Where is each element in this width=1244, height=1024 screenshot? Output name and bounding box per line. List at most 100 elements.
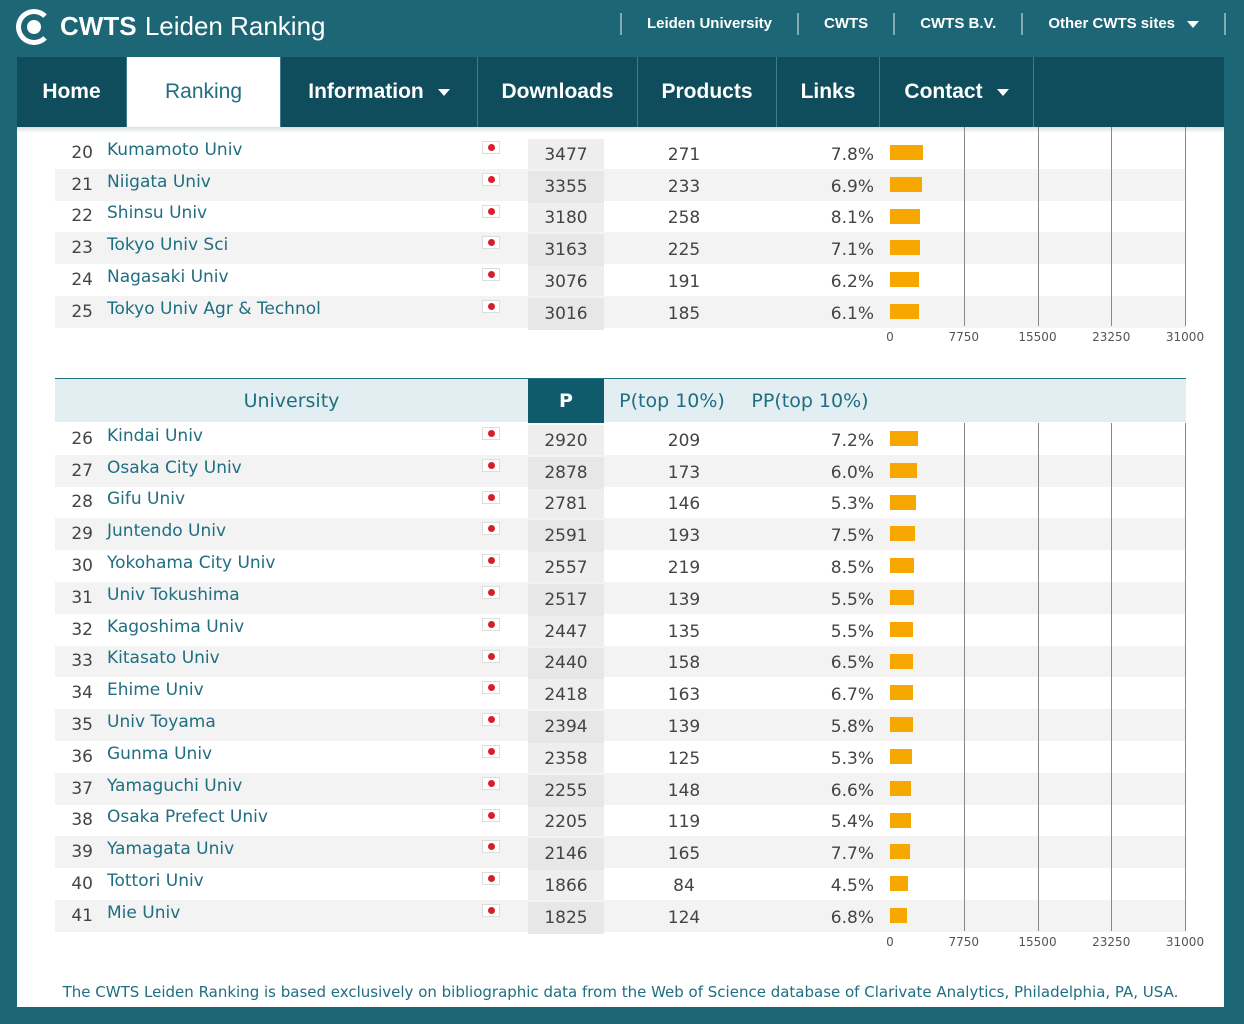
toplink-other-sites-label: Other CWTS sites (1048, 15, 1175, 32)
axis-tick-label: 15500 (1018, 935, 1057, 949)
divider (1224, 13, 1226, 35)
university-link[interactable]: Gunma Univ (107, 738, 212, 770)
rank-cell: 23 (71, 238, 93, 259)
rank-cell: 29 (71, 524, 93, 545)
university-link[interactable]: Kagoshima Univ (107, 611, 244, 643)
university-link[interactable]: Nagasaki Univ (107, 261, 229, 293)
university-link[interactable]: Gifu Univ (107, 484, 185, 516)
toplink-cwts[interactable]: CWTS (799, 13, 893, 35)
p-top10-cell: 233 (667, 176, 701, 197)
p-cell: 2440 (528, 647, 604, 680)
site-logo[interactable]: CWTS Leiden Ranking (16, 6, 326, 47)
pp-top10-cell: 4.5% (830, 876, 874, 897)
p-top10-cell: 258 (667, 208, 701, 229)
table-row: 27 Osaka City Univ 2878 173 6.0% (55, 452, 1186, 489)
col-header-p[interactable]: P (528, 379, 604, 423)
japan-flag-icon (482, 713, 500, 727)
col-header-university[interactable]: University (55, 379, 528, 423)
cwts-logo-icon (16, 8, 52, 45)
university-link[interactable]: Osaka Prefect Univ (107, 802, 268, 834)
rank-cell: 32 (71, 619, 93, 640)
japan-flag-icon (482, 681, 500, 695)
chevron-down-icon (437, 88, 450, 96)
toplink-cwts-bv[interactable]: CWTS B.V. (895, 13, 1021, 35)
p-bar (890, 685, 913, 701)
japan-flag-icon (482, 903, 500, 917)
toplink-leiden-university[interactable]: Leiden University (622, 13, 797, 35)
p-top10-cell: 148 (667, 780, 701, 801)
japan-flag-icon (482, 840, 500, 854)
p-bar (890, 494, 917, 510)
pp-top10-cell: 6.9% (830, 176, 874, 197)
p-top10-cell: 163 (667, 685, 701, 706)
university-link[interactable]: Shinsu Univ (107, 198, 207, 230)
p-top10-cell: 271 (667, 144, 701, 165)
nav-home[interactable]: Home (17, 57, 127, 127)
p-cell: 3477 (528, 139, 604, 171)
university-link[interactable]: Ehime Univ (107, 674, 204, 706)
table-row: 26 Kindai Univ 2920 209 7.2% (55, 420, 1186, 457)
ranking-table-upper: 20 Kumamoto Univ 3477 271 7.8% 21 Niigata Univ… (55, 134, 1186, 330)
university-link[interactable]: Univ Toyama (107, 706, 216, 738)
table-row: 33 Kitasato Univ 2440 158 6.5% (55, 643, 1186, 680)
japan-flag-icon (482, 299, 500, 313)
university-link[interactable]: Osaka City Univ (107, 452, 242, 484)
p-cell: 2591 (528, 520, 604, 553)
university-link[interactable]: Juntendo Univ (107, 515, 226, 547)
japan-flag-icon (482, 872, 500, 886)
p-cell: 2418 (528, 679, 604, 712)
university-link[interactable]: Yokohama City Univ (107, 547, 275, 579)
p-top10-cell: 165 (667, 844, 701, 865)
grid-line (1037, 127, 1039, 326)
university-link[interactable]: Tokyo Univ Sci (107, 229, 228, 261)
p-cell: 2358 (528, 742, 604, 775)
table-row: 23 Tokyo Univ Sci 3163 225 7.1% (55, 229, 1186, 267)
rank-cell: 28 (71, 492, 93, 513)
toplink-other-sites[interactable]: Other CWTS sites (1023, 13, 1224, 35)
japan-flag-icon (482, 172, 500, 186)
ranking-table-lower: 26 Kindai Univ 2920 209 7.2% 27 Osaka City Uni… (55, 420, 1186, 934)
university-link[interactable]: Yamaguchi Univ (107, 770, 242, 802)
pp-top10-cell: 5.4% (830, 812, 874, 833)
p-bar (890, 876, 908, 892)
university-link[interactable]: Univ Tokushima (107, 579, 240, 611)
col-header-pp-top10[interactable]: PP(top 10%) (745, 379, 875, 423)
university-link[interactable]: Kumamoto Univ (107, 134, 243, 166)
nav-ranking[interactable]: Ranking (127, 57, 281, 143)
university-link[interactable]: Yamagata Univ (107, 833, 234, 865)
rank-cell: 39 (71, 842, 93, 863)
p-cell: 1866 (528, 870, 604, 902)
p-top10-cell: 158 (667, 653, 701, 674)
nav-information[interactable]: Information (281, 57, 478, 127)
nav-links[interactable]: Links (777, 57, 880, 127)
university-link[interactable]: Kitasato Univ (107, 643, 220, 675)
table-row: 41 Mie Univ 1825 124 6.8% (55, 897, 1186, 934)
nav-contact[interactable]: Contact (880, 57, 1034, 127)
grid-line (963, 127, 965, 326)
nav-products[interactable]: Products (638, 57, 777, 127)
pp-top10-cell: 8.5% (830, 558, 874, 579)
p-top10-cell: 193 (667, 526, 701, 547)
p-cell: 2205 (528, 806, 604, 839)
p-top10-cell: 125 (667, 748, 701, 769)
pp-top10-cell: 5.3% (830, 748, 874, 769)
university-link[interactable]: Kindai Univ (107, 420, 203, 452)
nav-downloads[interactable]: Downloads (478, 57, 638, 127)
pp-top10-cell: 6.2% (830, 272, 874, 293)
axis-tick-label: 0 (886, 330, 894, 344)
col-header-p-top10[interactable]: P(top 10%) (604, 379, 740, 423)
p-bar (890, 431, 918, 446)
p-top10-cell: 219 (667, 558, 701, 579)
p-cell: 2394 (528, 711, 604, 743)
university-link[interactable]: Mie Univ (107, 897, 180, 929)
p-bar (890, 303, 919, 319)
university-link[interactable]: Tottori Univ (107, 865, 204, 897)
chevron-down-icon (1187, 20, 1199, 28)
university-link[interactable]: Tokyo Univ Agr & Technol (107, 293, 321, 325)
p-bar (890, 526, 915, 542)
p-bar (890, 844, 911, 860)
pp-top10-cell: 7.2% (830, 430, 874, 451)
university-link[interactable]: Niigata Univ (107, 166, 211, 198)
p-top10-cell: 146 (667, 494, 701, 515)
japan-flag-icon (482, 268, 500, 282)
